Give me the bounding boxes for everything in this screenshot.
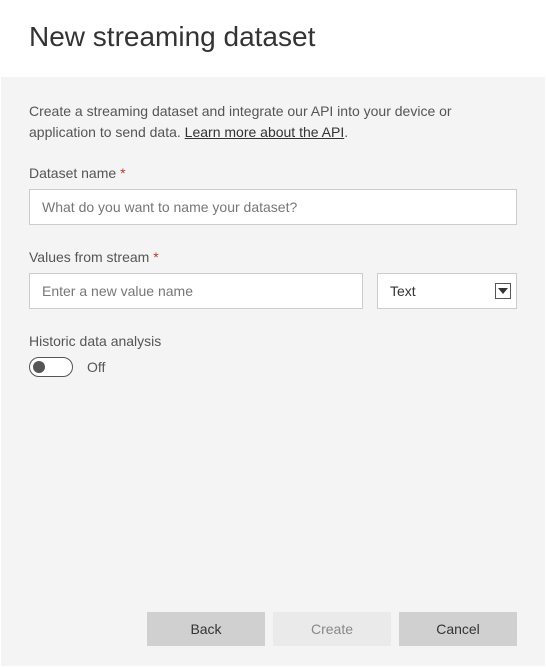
dataset-name-label: Dataset name * <box>29 165 517 181</box>
values-stream-label: Values from stream * <box>29 249 517 265</box>
description-text: Create a streaming dataset and integrate… <box>29 101 517 143</box>
dialog-body: Create a streaming dataset and integrate… <box>1 77 545 666</box>
historic-label: Historic data analysis <box>29 333 517 349</box>
required-mark: * <box>153 249 158 265</box>
required-mark: * <box>120 165 125 181</box>
value-type-select[interactable]: Text <box>377 273 517 309</box>
historic-toggle-state: Off <box>87 359 105 375</box>
values-stream-group: Values from stream * Text <box>29 249 517 309</box>
description-text-part2: . <box>344 124 348 140</box>
value-type-select-wrap: Text <box>377 273 517 309</box>
page-title: New streaming dataset <box>29 21 517 53</box>
back-button[interactable]: Back <box>147 612 265 646</box>
values-stream-row: Text <box>29 273 517 309</box>
create-button[interactable]: Create <box>273 612 391 646</box>
dialog-container: New streaming dataset Create a streaming… <box>0 0 546 667</box>
dialog-footer: Back Create Cancel <box>29 592 517 646</box>
values-stream-label-text: Values from stream <box>29 249 149 265</box>
historic-group: Historic data analysis Off <box>29 333 517 377</box>
toggle-knob <box>33 361 45 373</box>
dataset-name-input[interactable] <box>29 189 517 225</box>
historic-toggle[interactable] <box>29 357 73 377</box>
historic-toggle-row: Off <box>29 357 517 377</box>
dialog-header: New streaming dataset <box>1 1 545 77</box>
value-name-input[interactable] <box>29 273 363 309</box>
dataset-name-label-text: Dataset name <box>29 165 116 181</box>
dataset-name-group: Dataset name * <box>29 165 517 225</box>
cancel-button[interactable]: Cancel <box>399 612 517 646</box>
learn-more-link[interactable]: Learn more about the API <box>185 124 345 140</box>
